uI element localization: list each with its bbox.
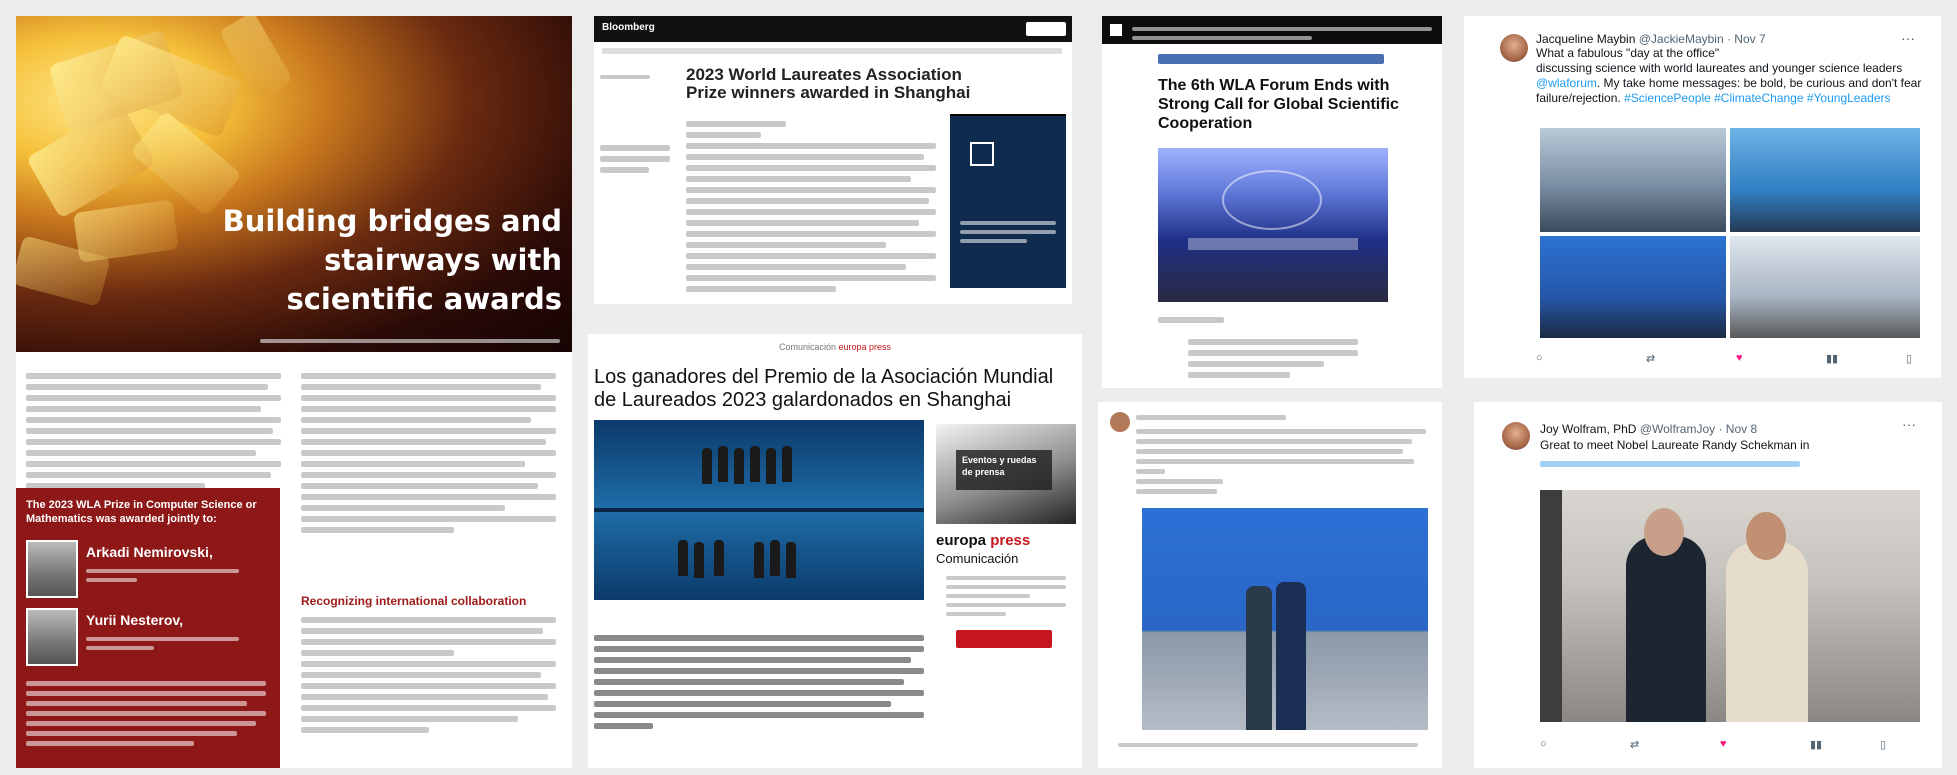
like-icon[interactable]: ♥ bbox=[1720, 738, 1727, 750]
article-headline: Building bridges and stairways with scie… bbox=[222, 204, 562, 316]
article-headline: The 6th WLA Forum Ends with Strong Call … bbox=[1158, 77, 1399, 132]
promo-button[interactable] bbox=[956, 630, 1052, 648]
prize-title: The 2023 WLA Prize in Computer Science o… bbox=[26, 499, 257, 525]
avatar[interactable] bbox=[1500, 34, 1528, 62]
section-subhead: Recognizing international collaboration bbox=[301, 594, 527, 608]
prize-box: The 2023 WLA Prize in Computer Science o… bbox=[16, 488, 280, 768]
bookmark-icon[interactable]: ▯ bbox=[1880, 738, 1886, 751]
laureate-card: Arkadi Nemirovski, bbox=[26, 540, 266, 600]
europapress-logo-sub: Comunicación bbox=[936, 551, 1019, 566]
article-bloomberg: Bloomberg 2023 World Laureates Associati… bbox=[594, 16, 1072, 304]
reply-icon[interactable]: ○ bbox=[1536, 352, 1543, 364]
site-logo: Bloomberg bbox=[602, 22, 655, 33]
like-icon[interactable]: ♥ bbox=[1736, 352, 1743, 364]
sidebar-promo[interactable]: Eventos y ruedas de prensa europa press … bbox=[936, 424, 1076, 648]
source-brand: europa press bbox=[838, 342, 892, 352]
share-bar[interactable] bbox=[600, 140, 670, 178]
body-text-right bbox=[301, 368, 556, 538]
hero-image: Building bridges and stairways with scie… bbox=[16, 16, 572, 352]
laureate-card: Yurii Nesterov, bbox=[26, 608, 266, 668]
tweet-author[interactable]: Joy Wolfram, PhD @WolframJoy · Nov 8 bbox=[1540, 422, 1757, 436]
tweet-photo[interactable] bbox=[1540, 490, 1920, 722]
body-text-left bbox=[26, 368, 281, 494]
article-body bbox=[1188, 334, 1358, 383]
tweet-photo[interactable] bbox=[1142, 508, 1428, 730]
tweet-joy-wolfram[interactable]: Joy Wolfram, PhD @WolframJoy · Nov 8 ···… bbox=[1474, 402, 1942, 768]
laureate-photo bbox=[26, 608, 78, 666]
more-icon[interactable]: ··· bbox=[1902, 416, 1916, 432]
prize-citation bbox=[26, 676, 266, 751]
laureate-photo bbox=[26, 540, 78, 598]
tweet-text bbox=[1136, 424, 1426, 499]
tweet-actions[interactable] bbox=[1118, 738, 1418, 752]
tweet-author[interactable] bbox=[1136, 410, 1286, 425]
section-label bbox=[600, 70, 650, 84]
laureate-affiliation bbox=[86, 632, 256, 655]
article-body bbox=[594, 630, 924, 734]
sidebar-ad[interactable] bbox=[950, 116, 1066, 288]
tweet-jacqueline[interactable]: Jacqueline Maybin @JackieMaybin · Nov 7 … bbox=[1464, 16, 1941, 378]
tweet-text: What a fabulous "day at the office" disc… bbox=[1536, 46, 1922, 105]
article-body bbox=[686, 116, 936, 297]
article-headline: Los ganadores del Premio de la Asociació… bbox=[594, 366, 1054, 411]
tweet-small[interactable] bbox=[1098, 402, 1442, 768]
tweet-actions[interactable]: ○ ⇄ ♥ ▮▮ ▯ bbox=[1540, 738, 1920, 754]
hashtag-links[interactable] bbox=[1540, 456, 1800, 472]
laureate-name: Yurii Nesterov, bbox=[86, 612, 184, 628]
article-europapress: Comunicación europa press Los ganadores … bbox=[588, 334, 1082, 768]
avatar[interactable] bbox=[1502, 422, 1530, 450]
source-line: Comunicación europa press bbox=[588, 342, 1082, 352]
avatar[interactable] bbox=[1110, 412, 1130, 432]
retweet-icon[interactable]: ⇄ bbox=[1646, 352, 1655, 365]
hero-caption bbox=[260, 334, 560, 348]
site-header: Bloomberg bbox=[594, 16, 1072, 42]
frame-icon bbox=[970, 142, 994, 166]
site-nav[interactable] bbox=[602, 48, 1062, 54]
views-icon[interactable]: ▮▮ bbox=[1810, 738, 1822, 751]
ad-text bbox=[960, 216, 1056, 248]
article-wla-forum: The 6th WLA Forum Ends with Strong Call … bbox=[1102, 16, 1442, 388]
europapress-logo: europa press bbox=[936, 532, 1031, 549]
article-building-bridges: Building bridges and stairways with scie… bbox=[16, 16, 572, 768]
tweet-actions[interactable]: ○ ⇄ ♥ ▮▮ ▯ bbox=[1536, 352, 1916, 368]
article-headline: 2023 World Laureates Association Prize w… bbox=[686, 65, 971, 102]
promo-photo: Eventos y ruedas de prensa bbox=[936, 424, 1076, 524]
breadcrumb[interactable] bbox=[1158, 54, 1384, 64]
forum-photo bbox=[1158, 148, 1388, 302]
laureate-name: Arkadi Nemirovski, bbox=[86, 544, 213, 560]
hashtag-links[interactable]: #SciencePeople #ClimateChange #YoungLead… bbox=[1624, 91, 1890, 105]
tweet-photo-grid[interactable] bbox=[1540, 128, 1920, 338]
laureate-affiliation bbox=[86, 564, 256, 587]
mention-link[interactable]: @wlaforum bbox=[1536, 76, 1597, 90]
promo-overlay: Eventos y ruedas de prensa bbox=[956, 450, 1052, 490]
more-icon[interactable]: ··· bbox=[1901, 30, 1915, 46]
views-icon[interactable]: ▮▮ bbox=[1826, 352, 1838, 365]
tweet-author[interactable]: Jacqueline Maybin @JackieMaybin · Nov 7 bbox=[1536, 32, 1766, 46]
source-section: Comunicación bbox=[778, 342, 836, 352]
bookmark-icon[interactable]: ▯ bbox=[1906, 352, 1912, 365]
site-header[interactable] bbox=[1102, 16, 1442, 44]
body-text-section bbox=[301, 612, 556, 738]
reply-icon[interactable]: ○ bbox=[1540, 738, 1547, 750]
award-ceremony-photo bbox=[594, 420, 924, 600]
promo-text bbox=[946, 576, 1066, 616]
article-body bbox=[1158, 312, 1378, 328]
tweet-text: Great to meet Nobel Laureate Randy Schek… bbox=[1540, 438, 1810, 452]
subscribe-button[interactable] bbox=[1026, 22, 1066, 36]
retweet-icon[interactable]: ⇄ bbox=[1630, 738, 1639, 751]
